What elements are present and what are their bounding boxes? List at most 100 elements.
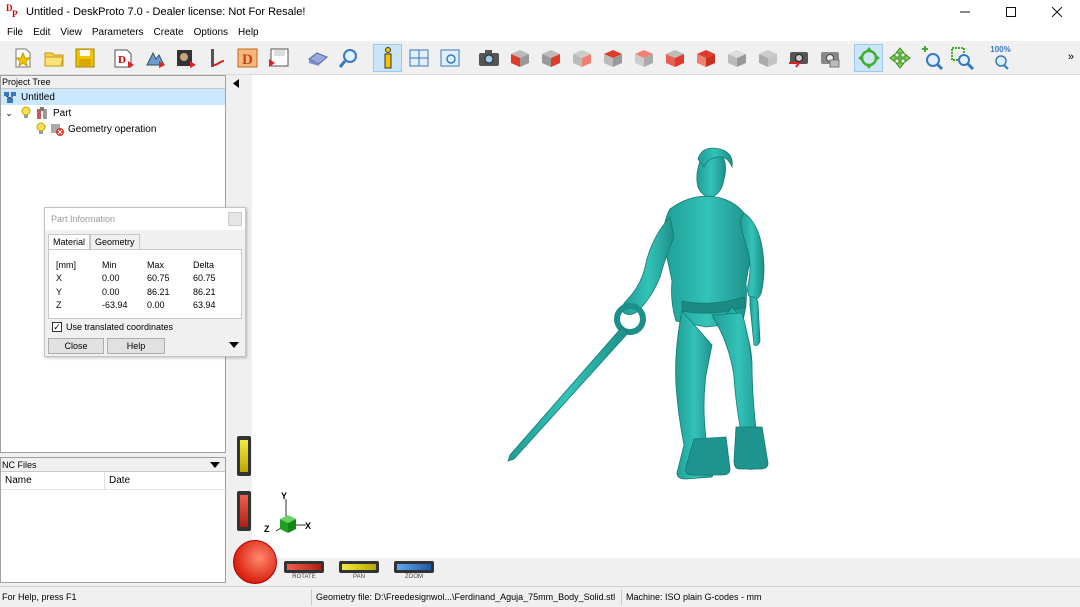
menu-edit[interactable]: Edit [28,27,55,38]
table-cell: 86.21 [193,286,216,297]
wizard-3d-button[interactable] [140,44,169,72]
checkbox-label: Use translated coordinates [66,322,174,332]
help-button[interactable]: Help [107,338,165,354]
lightbulb-icon[interactable] [20,106,32,120]
minimize-button[interactable] [942,0,988,24]
menu-file[interactable]: File [2,27,28,38]
zoom-control[interactable] [394,561,434,573]
view-gray2-icon [758,49,777,67]
menu-options[interactable]: Options [189,27,233,38]
tab-geometry[interactable]: Geometry [90,234,140,249]
table-cell: Max [147,259,165,270]
camera-red-button[interactable] [784,44,813,72]
nc-files-header: NC Files [1,458,225,472]
status-machine: Machine: ISO plain G-codes - mm [626,592,762,602]
rotate-control[interactable] [284,561,324,573]
zoom-window-button[interactable] [947,44,976,72]
column-date[interactable]: Date [105,472,225,490]
view-back-button[interactable] [536,44,565,72]
save-nc-button[interactable] [264,44,293,72]
wizard-d-button[interactable]: D [233,44,262,72]
table-cell: 63.94 [193,300,216,311]
magnify-button[interactable] [334,44,363,72]
view-gray-button[interactable] [722,44,751,72]
layout-button[interactable] [404,44,433,72]
pan-mode-button[interactable] [885,44,914,72]
dialog-close-button[interactable] [228,212,242,226]
3d-viewport[interactable]: Y X Z [252,75,1080,558]
close-button-dialog[interactable]: Close [48,338,104,354]
tree-item-part[interactable]: ⌄ Part [1,105,225,121]
view-gray2-button[interactable] [753,44,782,72]
zoom-mode-icon [921,45,943,70]
new-icon [14,48,31,67]
wizard-vector-button[interactable] [202,44,231,72]
pan-label: PAN [353,574,365,580]
3d-model[interactable] [252,75,1080,558]
zoom-mode-button[interactable] [916,44,945,72]
view-iso-button[interactable] [691,44,720,72]
rotate-label: ROTATE [292,574,316,580]
preview-button[interactable] [435,44,464,72]
lightbulb-icon[interactable] [35,122,47,136]
zoom-100-button[interactable]: 100% [986,44,1015,72]
zoom-window-icon [950,46,974,70]
info-button[interactable] [373,43,402,72]
new-project-button[interactable] [8,44,37,72]
view-front-button[interactable] [505,44,534,72]
toolbar-overflow-button[interactable]: » [1068,51,1074,63]
eraser-button[interactable] [303,44,332,72]
column-name[interactable]: Name [1,471,105,490]
tree-item-project[interactable]: Untitled [1,89,225,105]
rotate-mode-button[interactable] [854,43,883,72]
camera-button[interactable] [474,44,503,72]
save-project-button[interactable] [70,44,99,72]
wizard-2d-button[interactable]: D [109,44,138,72]
view-bottom-button[interactable] [660,44,689,72]
geometry-operation-icon [51,124,64,136]
table-row: Y 0.00 86.21 86.21 [56,285,233,299]
svg-text:D: D [242,52,253,68]
view-right-button[interactable] [598,44,627,72]
translated-coordinates-option[interactable]: ✓ Use translated coordinates [52,322,173,332]
translated-coordinates-checkbox[interactable]: ✓ [52,322,62,332]
tab-material[interactable]: Material [48,234,91,250]
view-top-button[interactable] [629,44,658,72]
expand-down-icon[interactable] [229,342,239,348]
tree-item-label: Part [53,107,72,119]
chevron-down-icon[interactable]: ⌄ [4,108,14,119]
menu-parameters[interactable]: Parameters [87,27,149,38]
wizard-image-button[interactable] [171,44,200,72]
nc-files-columns: Name Date [1,471,225,490]
magnify-icon [338,48,357,68]
wizard-2d-icon: D [114,49,134,68]
view-left-button[interactable] [567,44,596,72]
save-nc-icon [268,48,288,67]
close-icon [1052,7,1062,17]
tree-item-geometry-operation[interactable]: Geometry operation [1,121,225,137]
menu-view[interactable]: View [55,27,87,38]
table-cell: 0.00 [102,286,120,297]
axis-z-label: Z [264,524,270,534]
menu-create[interactable]: Create [149,27,189,38]
camera-red-icon [788,51,808,68]
dialog-title-bar[interactable]: Part Information [45,208,245,230]
close-button[interactable] [1034,0,1080,24]
rotate-mode-icon [857,46,880,69]
dialog-title: Part Information [51,214,116,224]
dropdown-arrow-icon[interactable] [210,461,220,469]
menu-help[interactable]: Help [233,27,264,38]
tree-item-label: Untitled [21,91,55,103]
pan-control[interactable] [339,561,379,573]
rotate-dial[interactable] [233,540,277,584]
nc-files-panel: NC Files Name Date [0,457,226,583]
table-cell: Min [102,259,117,270]
view-gray-icon [727,49,746,67]
camera-gray-button[interactable] [815,44,844,72]
maximize-button[interactable] [988,0,1034,24]
table-cell: Y [56,286,63,297]
pan-vertical-gauge[interactable] [237,436,251,476]
collapse-arrow-icon[interactable] [233,79,241,89]
open-project-button[interactable] [39,44,68,72]
rotate-vertical-gauge[interactable] [237,491,251,531]
